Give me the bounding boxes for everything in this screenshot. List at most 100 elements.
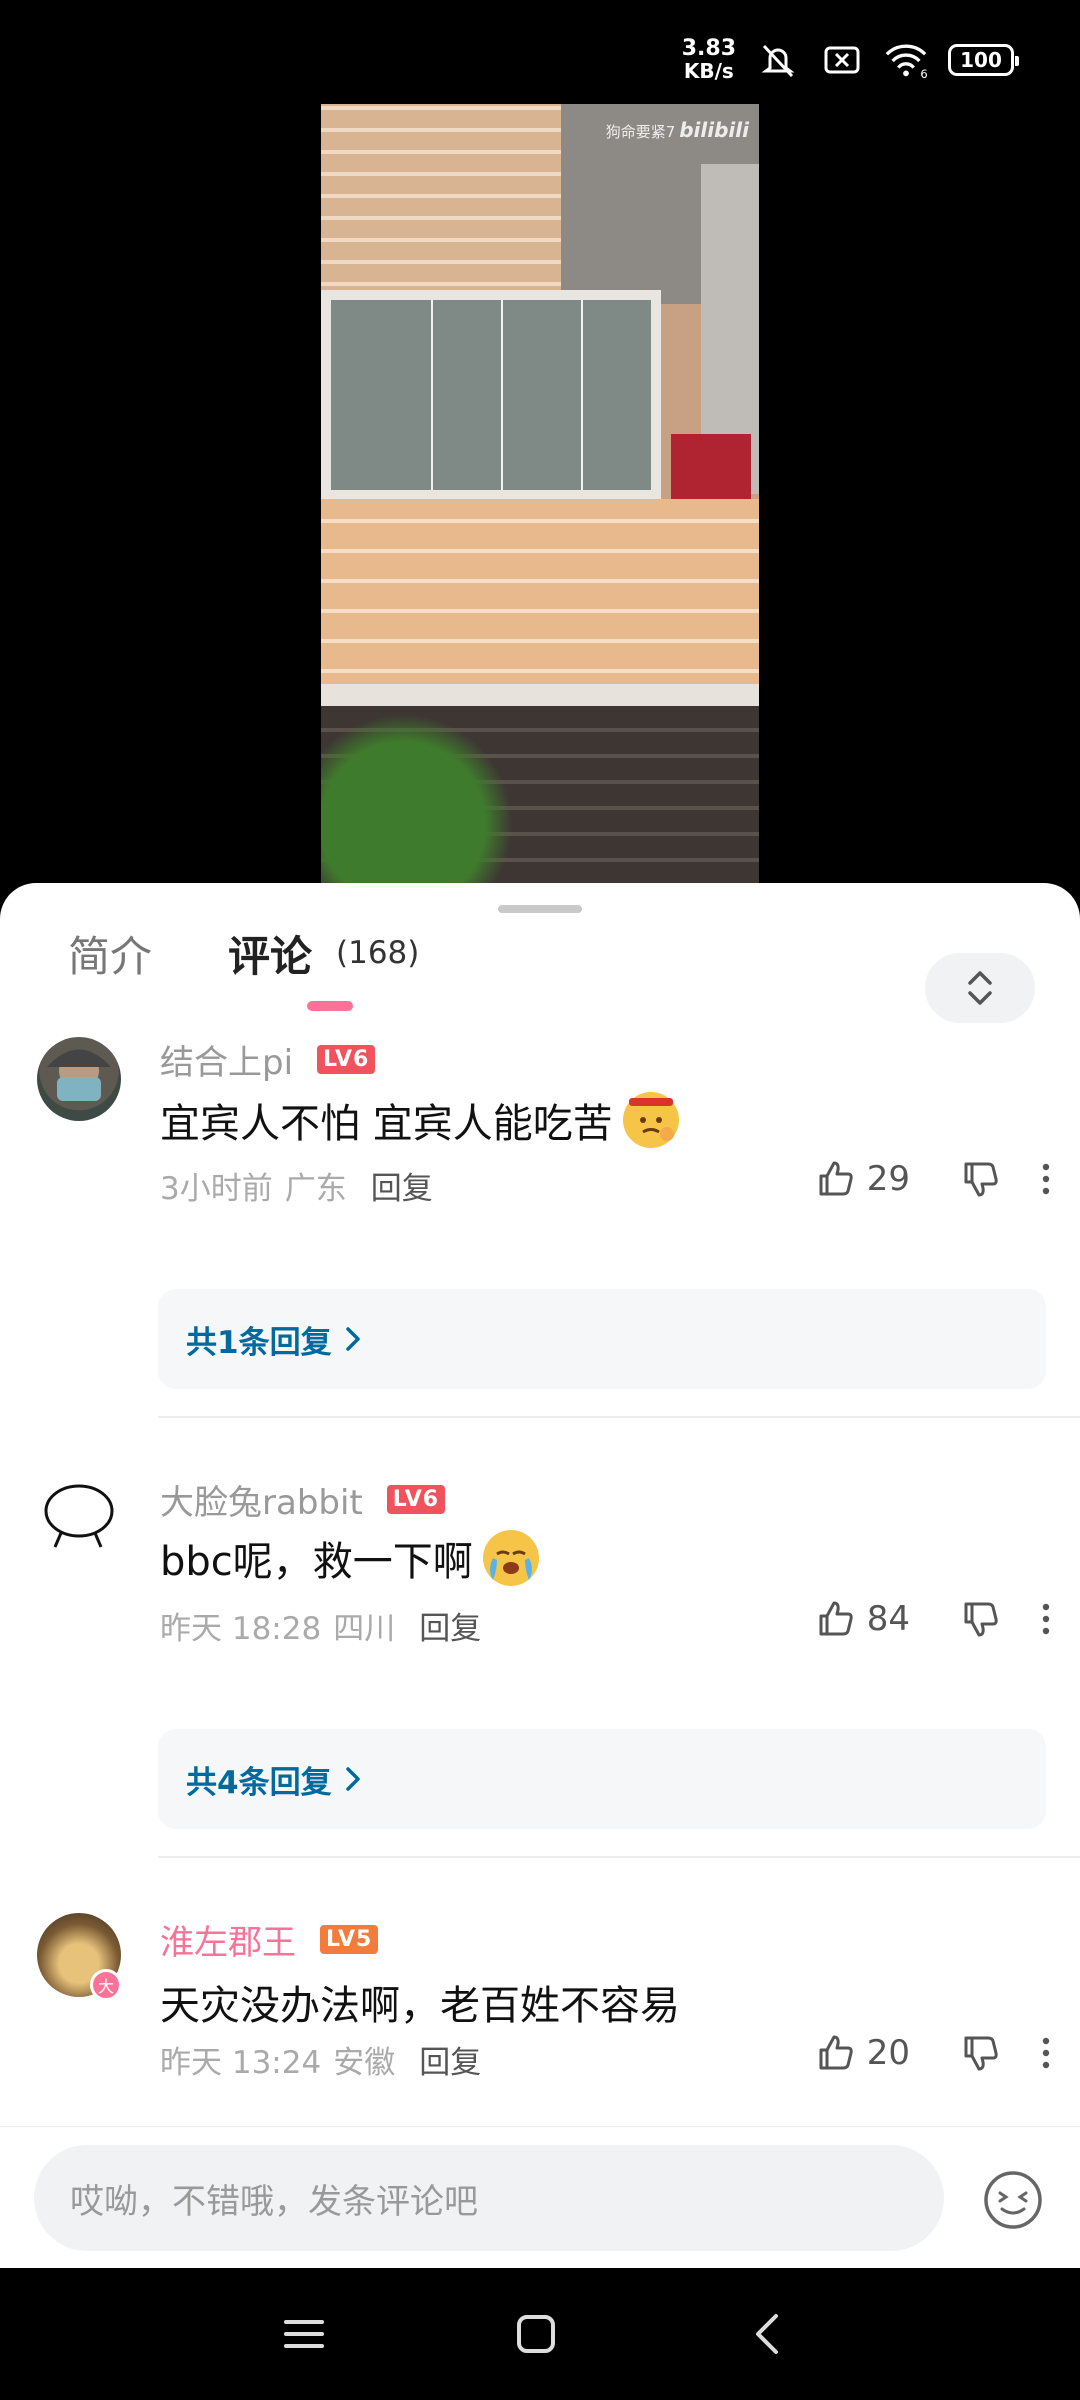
comment-actions: 84 bbox=[815, 1599, 1052, 1639]
window-pane bbox=[501, 300, 503, 490]
expand-collapse-button[interactable] bbox=[925, 953, 1035, 1023]
back-chevron-icon bbox=[756, 2314, 778, 2354]
video-frame-ledge bbox=[321, 684, 759, 706]
comment-time: 昨天 18:28 bbox=[160, 1611, 322, 1647]
more-options-button[interactable] bbox=[1040, 1599, 1052, 1639]
menu-icon bbox=[284, 2320, 324, 2348]
vip-badge: 大 bbox=[90, 1969, 122, 2001]
username[interactable]: 大脸兔rabbit LV6 bbox=[160, 1475, 446, 1524]
comment-location: 四川 bbox=[333, 1611, 396, 1647]
more-vertical-icon bbox=[1042, 1603, 1050, 1635]
comment-meta: 昨天 18:28 四川 回复 bbox=[160, 1603, 481, 1648]
chevron-right-icon bbox=[345, 1327, 360, 1351]
avatar[interactable] bbox=[37, 1037, 121, 1121]
level-badge: LV6 bbox=[386, 1485, 446, 1514]
comment-time: 3小时前 bbox=[160, 1171, 273, 1207]
username-text[interactable]: 大脸兔rabbit bbox=[160, 1475, 363, 1524]
determined-emoji-icon bbox=[622, 1092, 679, 1148]
view-replies-link[interactable]: 共4条回复 bbox=[158, 1729, 1046, 1829]
svg-text:6: 6 bbox=[920, 67, 927, 80]
replies-link-text[interactable]: 共4条回复 bbox=[186, 1757, 332, 1802]
net-speed: 3.83 KB/s bbox=[681, 36, 736, 83]
status-icons: 3.83 KB/s 6 100 bbox=[681, 36, 1019, 83]
thumbs-down-icon bbox=[964, 1602, 998, 1637]
home-square-icon bbox=[517, 2315, 555, 2353]
reply-button[interactable]: 回复 bbox=[419, 2037, 481, 2082]
tab-intro[interactable]: 简介 bbox=[68, 923, 152, 984]
comment-location: 安徽 bbox=[333, 2045, 396, 2081]
comment-input[interactable]: 哎呦，不错哦，发条评论吧 bbox=[34, 2145, 944, 2251]
bilibili-logo: bilibili bbox=[679, 118, 749, 142]
comment-count: (168) bbox=[336, 935, 420, 971]
window-pane bbox=[431, 300, 433, 490]
username-text[interactable]: 结合上pi bbox=[160, 1035, 293, 1084]
crying-emoji-icon bbox=[482, 1530, 539, 1586]
net-speed-unit: KB/s bbox=[683, 59, 734, 83]
comment-meta: 3小时前 广东 回复 bbox=[160, 1163, 433, 1208]
view-replies-link[interactable]: 共1条回复 bbox=[158, 1289, 1046, 1389]
more-options-button[interactable] bbox=[1040, 2033, 1052, 2073]
video-frame-wall bbox=[321, 104, 561, 304]
dislike-button[interactable] bbox=[960, 2033, 1000, 2073]
watermark-text: 狗命要紧7 bbox=[605, 123, 676, 141]
comment-location: 广东 bbox=[284, 1171, 347, 1207]
like-count: 84 bbox=[866, 1599, 910, 1639]
active-tab-indicator bbox=[307, 1001, 353, 1011]
avatar[interactable] bbox=[37, 1473, 121, 1557]
thumbs-down-icon bbox=[964, 1162, 998, 1197]
reply-button[interactable]: 回复 bbox=[371, 1163, 433, 1208]
comment-text: 天灾没办法啊，老百姓不容易 bbox=[160, 1973, 680, 2031]
chevron-right-icon bbox=[345, 1767, 360, 1791]
reply-button[interactable]: 回复 bbox=[419, 1603, 481, 1648]
home-nav-button[interactable] bbox=[510, 2308, 562, 2360]
username[interactable]: 结合上pi LV6 bbox=[160, 1035, 376, 1084]
battery-icon: 100 bbox=[948, 44, 1019, 76]
comment-actions: 20 bbox=[815, 2033, 1052, 2073]
vip-badge-text: 大 bbox=[97, 1977, 114, 1996]
emoji-button[interactable] bbox=[982, 2169, 1044, 2231]
like-count: 29 bbox=[866, 1159, 910, 1199]
video-player[interactable]: 狗命要紧7 bilibili bbox=[321, 104, 759, 884]
comment-text: 宜宾人不怕 宜宾人能吃苦 bbox=[160, 1091, 679, 1149]
video-watermark: 狗命要紧7 bilibili bbox=[606, 118, 749, 142]
comment-input-placeholder[interactable]: 哎呦，不错哦，发条评论吧 bbox=[70, 2174, 478, 2223]
dislike-button[interactable] bbox=[960, 1159, 1000, 1199]
tab-bar: 简介 评论 (168) bbox=[0, 923, 1080, 1023]
comment-input-bar: 哎呦，不错哦，发条评论吧 bbox=[0, 2126, 1080, 2268]
drag-handle[interactable] bbox=[498, 905, 582, 913]
comment-body: 天灾没办法啊，老百姓不容易 bbox=[160, 1983, 680, 2029]
comment-actions: 29 bbox=[815, 1159, 1052, 1199]
thumbs-up-icon bbox=[819, 1161, 853, 1196]
thumbs-up-icon bbox=[819, 2035, 853, 2070]
sim-blocked-icon bbox=[820, 38, 864, 82]
like-button[interactable]: 29 bbox=[815, 1159, 910, 1199]
mute-icon bbox=[756, 38, 800, 82]
like-button[interactable]: 20 bbox=[815, 2033, 910, 2073]
level-badge: LV5 bbox=[320, 1925, 379, 1954]
dislike-button[interactable] bbox=[960, 1599, 1000, 1639]
thumbs-up-icon bbox=[819, 1601, 853, 1636]
more-options-button[interactable] bbox=[1040, 1159, 1052, 1199]
comment-divider bbox=[158, 1856, 1080, 1858]
comment-time: 昨天 13:24 bbox=[160, 2045, 322, 2081]
tab-comments[interactable]: 评论 bbox=[228, 923, 312, 984]
battery-level: 100 bbox=[960, 48, 1002, 72]
level-badge: LV6 bbox=[317, 1045, 376, 1074]
more-vertical-icon bbox=[1042, 1163, 1050, 1195]
username[interactable]: 淮左郡王 LV5 bbox=[160, 1915, 379, 1964]
back-nav-button[interactable] bbox=[742, 2308, 794, 2360]
wifi-icon: 6 bbox=[884, 38, 928, 82]
status-bar: 3.83 KB/s 6 100 bbox=[0, 0, 1080, 110]
comment-body: 宜宾人不怕 宜宾人能吃苦 bbox=[160, 1101, 613, 1147]
replies-link-text[interactable]: 共1条回复 bbox=[186, 1317, 332, 1362]
comment-divider bbox=[158, 1416, 1080, 1418]
like-button[interactable]: 84 bbox=[815, 1599, 910, 1639]
like-count: 20 bbox=[866, 2033, 910, 2073]
chevron-up-down-icon bbox=[968, 971, 992, 1005]
window-pane bbox=[581, 300, 583, 490]
username-text[interactable]: 淮左郡王 bbox=[160, 1915, 296, 1964]
video-frame-window bbox=[321, 290, 661, 500]
net-speed-value: 3.83 bbox=[681, 36, 736, 61]
menu-nav-button[interactable] bbox=[278, 2308, 330, 2360]
comment-body: bbc呢，救一下啊 bbox=[160, 1539, 473, 1585]
